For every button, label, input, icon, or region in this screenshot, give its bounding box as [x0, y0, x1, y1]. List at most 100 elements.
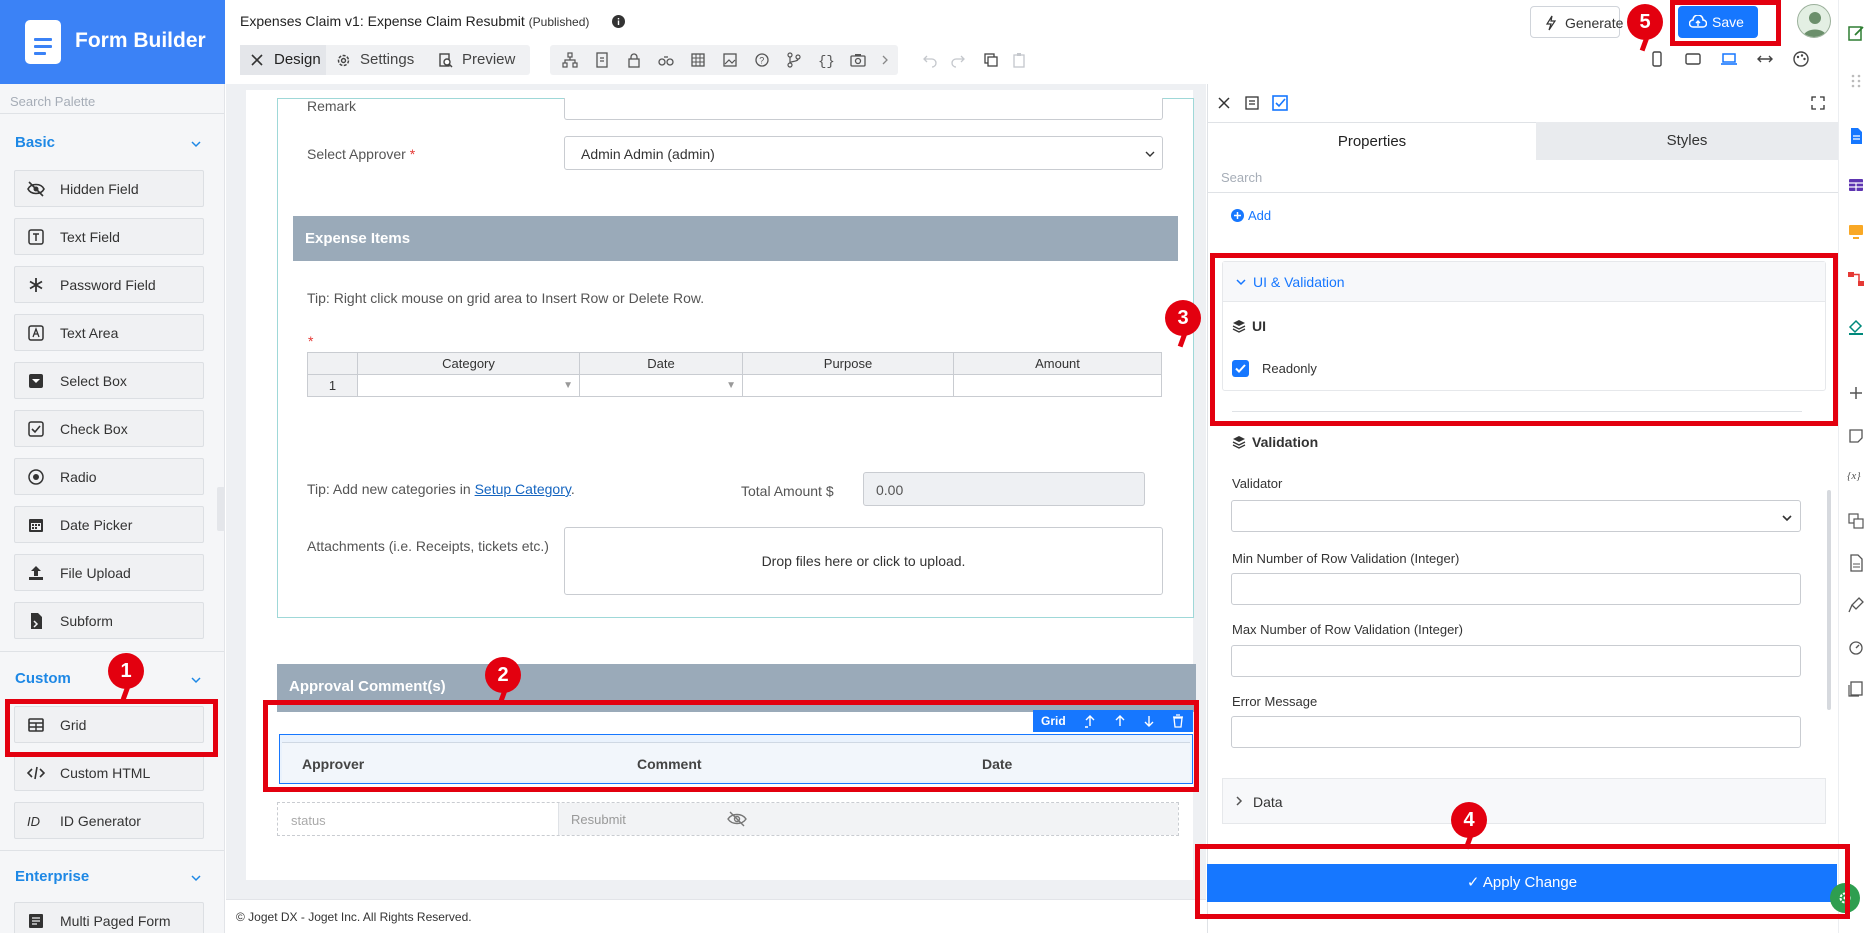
validator-select[interactable]	[1231, 500, 1801, 532]
properties-icon[interactable]	[1244, 95, 1260, 111]
grid-cell-amount[interactable]	[953, 374, 1162, 397]
note-icon[interactable]	[1847, 427, 1865, 445]
palette-item-text-field[interactable]: Text Field	[14, 218, 204, 255]
logs-icon[interactable]	[1847, 680, 1865, 698]
error-message-label: Error Message	[1232, 694, 1318, 709]
palette-item-text-area[interactable]: Text Area	[14, 314, 204, 351]
palette-search-input[interactable]: Search Palette	[0, 92, 224, 114]
annotation-box-4	[1195, 844, 1850, 919]
palette-item-check-box[interactable]: Check Box	[14, 410, 204, 447]
annotation-box-1	[5, 699, 218, 757]
binoculars-icon[interactable]	[658, 52, 674, 68]
status-hidden-field[interactable]: status Resubmit	[277, 802, 1179, 836]
tablet-view-icon[interactable]	[1684, 50, 1702, 68]
braces-icon[interactable]: {}	[818, 52, 834, 68]
expense-grid[interactable]: Category Date Purpose Amount 1 ▼ ▼	[307, 352, 1162, 397]
tab-preview[interactable]: Preview	[428, 45, 530, 75]
undo-icon[interactable]	[922, 52, 938, 68]
paint-bucket-icon[interactable]	[1847, 318, 1865, 336]
properties-search-input[interactable]: Search	[1221, 170, 1262, 185]
edit-icon[interactable]	[1847, 24, 1865, 42]
palette-section-enterprise[interactable]: Enterprise	[15, 868, 89, 885]
tab-properties[interactable]: Properties	[1208, 122, 1536, 160]
expand-icon[interactable]	[1810, 95, 1826, 111]
palette-item-select-box[interactable]: Select Box	[14, 362, 204, 399]
plus-icon[interactable]	[1847, 384, 1865, 402]
translate-icon[interactable]	[1847, 512, 1865, 530]
error-message-input[interactable]	[1231, 716, 1801, 748]
palette-item-custom-html[interactable]: Custom HTML	[14, 754, 204, 791]
copy-icon[interactable]	[983, 52, 999, 68]
grid-cell-purpose[interactable]	[742, 374, 954, 397]
userview-icon[interactable]	[1847, 222, 1865, 240]
palette-icon[interactable]	[1792, 50, 1810, 68]
variable-icon[interactable]: {x}	[1847, 466, 1865, 484]
image-icon[interactable]	[722, 52, 738, 68]
palette-section-custom[interactable]: Custom	[15, 670, 71, 687]
palette-item-multi-paged-form[interactable]: Multi Paged Form	[14, 902, 204, 933]
laptop-view-icon[interactable]	[1720, 50, 1738, 68]
annotation-badge-2: 2	[485, 657, 521, 693]
subform-icon	[31, 613, 42, 629]
plugin-icon[interactable]	[1847, 596, 1865, 614]
palette-collapse-handle[interactable]	[217, 487, 225, 531]
grid-tip: Tip: Right click mouse on grid area to I…	[307, 290, 705, 306]
palette-item-id-generator[interactable]: ID ID Generator	[14, 802, 204, 839]
chevron-down-icon[interactable]	[190, 138, 202, 150]
chevron-down-icon[interactable]	[190, 872, 202, 884]
tree-icon[interactable]	[562, 52, 578, 68]
check-square-icon[interactable]	[1271, 94, 1289, 112]
data-section-header[interactable]: Data	[1222, 778, 1826, 824]
palette-item-subform[interactable]: Subform	[14, 602, 204, 639]
lock-icon[interactable]	[626, 52, 642, 68]
form-icon[interactable]	[1847, 127, 1865, 145]
hidden-section-icon[interactable]	[594, 52, 610, 68]
palette-item-file-upload[interactable]: File Upload	[14, 554, 204, 591]
process-icon[interactable]	[1847, 270, 1865, 288]
table-row[interactable]: 1 ▼ ▼	[307, 374, 1162, 397]
palette-item-radio[interactable]: Radio	[14, 458, 204, 495]
phone-view-icon[interactable]	[1648, 50, 1666, 68]
palette-item-date-picker[interactable]: Date Picker	[14, 506, 204, 543]
grid-cell-date[interactable]: ▼	[579, 374, 743, 397]
approver-select[interactable]: Admin Admin (admin)	[564, 136, 1163, 170]
full-width-icon[interactable]	[1756, 50, 1774, 68]
panel-scrollbar[interactable]	[1827, 490, 1831, 710]
category-tip: Tip: Add new categories in Setup Categor…	[307, 481, 575, 497]
chevron-down-icon[interactable]	[190, 674, 202, 686]
document-icon[interactable]	[1847, 554, 1865, 572]
min-rows-input[interactable]	[1231, 573, 1801, 605]
redo-icon[interactable]	[950, 52, 966, 68]
paste-icon[interactable]	[1011, 52, 1027, 68]
grid-column-header: Category	[357, 352, 580, 375]
palette-item-password-field[interactable]: Password Field	[14, 266, 204, 303]
grid-icon[interactable]	[690, 52, 706, 68]
camera-icon[interactable]	[850, 52, 866, 68]
validation-subheader: Validation	[1252, 434, 1319, 450]
generate-button[interactable]: Generate	[1530, 6, 1623, 38]
pages-icon	[29, 914, 43, 928]
tab-design[interactable]: Design	[240, 45, 326, 75]
palette-item-hidden-field[interactable]: Hidden Field	[14, 170, 204, 207]
drag-handle-icon[interactable]	[1847, 72, 1865, 90]
datalist-icon[interactable]	[1847, 176, 1865, 194]
file-drop-zone[interactable]: Drop files here or click to upload.	[564, 527, 1163, 595]
branch-icon[interactable]	[786, 52, 802, 68]
max-rows-input[interactable]	[1231, 645, 1801, 677]
remark-input[interactable]	[564, 98, 1163, 120]
question-icon[interactable]: ?	[754, 52, 770, 68]
setup-category-link[interactable]: Setup Category	[475, 481, 571, 497]
grid-cell-category[interactable]: ▼	[357, 374, 580, 397]
approver-select-value: Admin Admin (admin)	[581, 146, 715, 162]
add-button[interactable]: Add	[1231, 208, 1271, 223]
annotation-badge-1: 1	[108, 653, 144, 689]
user-avatar[interactable]	[1797, 4, 1831, 38]
tab-styles[interactable]: Styles	[1536, 122, 1838, 160]
close-icon[interactable]	[1217, 96, 1231, 110]
chevron-right-icon[interactable]	[880, 52, 890, 68]
category-tip-suffix: .	[570, 481, 575, 497]
info-icon[interactable]	[612, 15, 625, 28]
performance-icon[interactable]	[1847, 638, 1865, 656]
palette-section-basic[interactable]: Basic	[15, 134, 55, 151]
tab-settings[interactable]: Settings	[326, 45, 428, 75]
